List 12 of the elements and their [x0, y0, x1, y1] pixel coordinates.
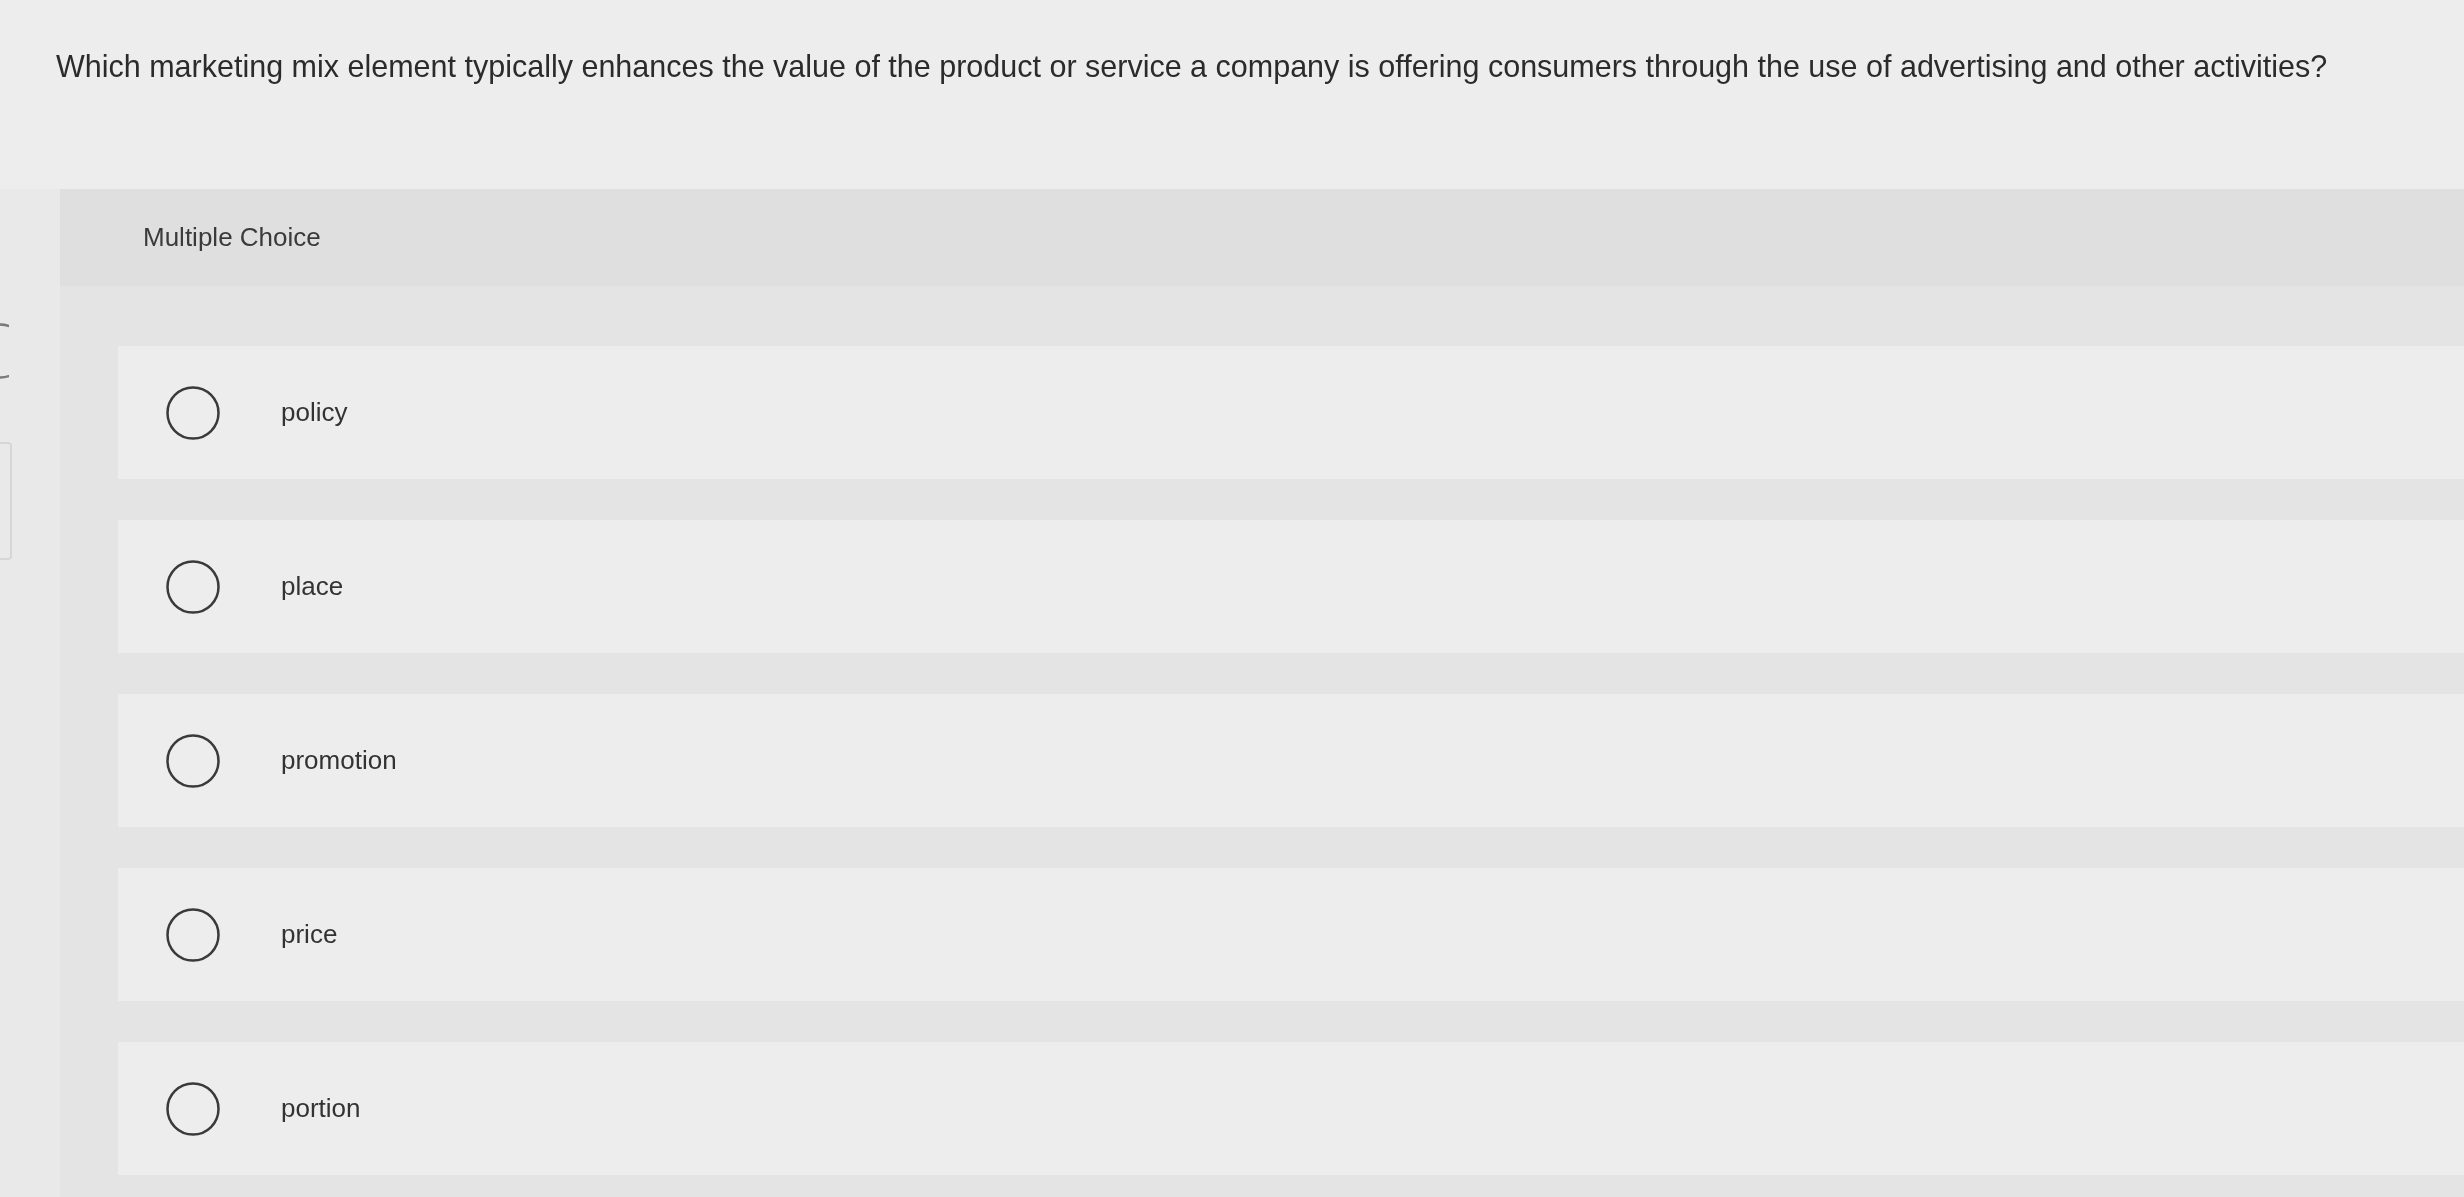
- answer-option[interactable]: place: [118, 520, 2464, 653]
- answer-option[interactable]: policy: [118, 346, 2464, 479]
- question-type-label: Multiple Choice: [143, 222, 321, 253]
- radio-button[interactable]: [166, 907, 220, 962]
- radio-button[interactable]: [166, 559, 220, 614]
- answer-option[interactable]: portion: [118, 1042, 2464, 1175]
- answer-option[interactable]: promotion: [118, 694, 2464, 827]
- radio-button[interactable]: [166, 733, 220, 788]
- question-text: Which marketing mix element typically enhances the value of the product or service a company is offering consumers through the use of advertising and other activities?: [56, 48, 2328, 86]
- radio-button[interactable]: [166, 385, 220, 440]
- answer-option[interactable]: price: [118, 868, 2464, 1001]
- radio-button[interactable]: [166, 1081, 220, 1136]
